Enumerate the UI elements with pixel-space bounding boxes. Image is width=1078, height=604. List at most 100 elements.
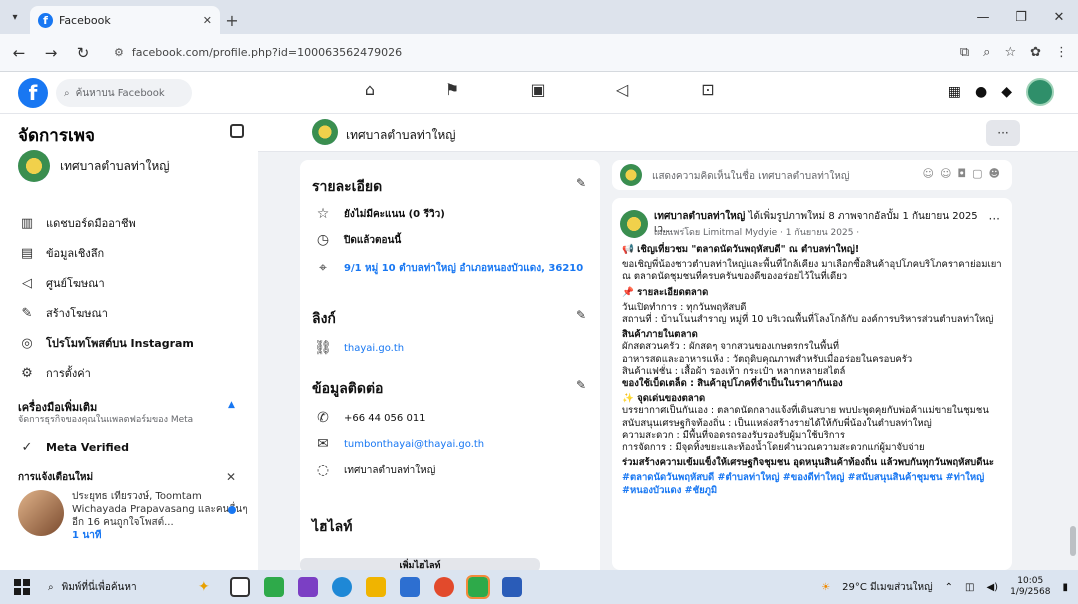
home-icon[interactable]: ⌂ [358, 80, 382, 99]
website-row[interactable]: ⛓ thayai.go.th [314, 340, 404, 356]
facebook-search-input[interactable]: ⌕ ค้นหาบน Facebook [56, 79, 192, 107]
install-app-icon[interactable]: ⧉ [960, 45, 969, 60]
edge-icon[interactable] [331, 577, 352, 597]
word-icon[interactable] [501, 577, 522, 597]
store-icon[interactable] [399, 577, 420, 597]
close-icon[interactable]: ✕ [226, 470, 236, 484]
notification-text: ประยุทธ เทียรวงษ์, Toomtam Wichayada Pra… [72, 491, 248, 528]
chevron-up-icon[interactable]: ⌃ [945, 582, 953, 593]
gaming-icon[interactable]: ⊡ [696, 80, 720, 99]
messenger-row[interactable]: ◌ เทศบาลตำบลท่าใหญ่ [314, 462, 435, 478]
notification-item[interactable]: ประยุทธ เทียรวงษ์, Toomtam Wichayada Pra… [18, 490, 248, 542]
email-link[interactable]: tumbonthayai@thayai.go.th [344, 439, 484, 450]
email-row[interactable]: ✉ tumbonthayai@thayai.go.th [314, 436, 484, 452]
post-author[interactable]: เทศบาลตำบลท่าใหญ่ [654, 211, 745, 222]
gif-icon[interactable]: ▢ [972, 167, 982, 180]
header-right-actions: ▦ ● ◆ [948, 78, 1054, 106]
forward-icon[interactable]: → [42, 44, 60, 62]
back-icon[interactable]: ← [10, 44, 28, 62]
close-window-icon[interactable]: ✕ [1040, 0, 1078, 34]
sidebar-title: จัดการเพจ [18, 126, 95, 146]
sidebar-collapse-icon[interactable] [230, 124, 244, 138]
post-hashtags[interactable]: #ตลาดนัดวันพฤหัสบดี #ตำบลท่าใหญ่ #ของดีท… [622, 472, 1004, 496]
details-title: รายละเอียด [312, 179, 383, 195]
sticker-icon[interactable]: ☺ [922, 167, 933, 180]
reload-icon[interactable]: ↻ [74, 44, 92, 62]
post-line: การจัดการ : มีจุดทิ้งขยะและท้องน้ำโดยคำน… [622, 442, 925, 454]
chrome-icon[interactable] [433, 577, 454, 597]
address-row[interactable]: ⌖ 9/1 หมู่ 10 ตำบลท่าใหญ่ อำเภอหนองบัวแด… [314, 260, 583, 276]
site-info-icon[interactable]: ⚙ [114, 46, 124, 59]
post-line: ขอเชิญพี่น้องชาวตำบลท่าใหญ่และพื้นที่ใกล… [622, 259, 1002, 283]
insights-icon: ▤ [20, 245, 34, 261]
line-app-icon[interactable] [263, 577, 284, 597]
website-link[interactable]: thayai.go.th [344, 343, 404, 354]
task-view-icon[interactable] [229, 577, 250, 597]
watch-icon[interactable]: ▣ [526, 80, 550, 99]
clock[interactable]: 10:05 1/9/2568 [1010, 576, 1050, 598]
edit-pencil-icon[interactable]: ✎ [576, 378, 586, 392]
sidebar-item-dashboard[interactable]: ▥ แดชบอร์ดมืออาชีพ [18, 214, 136, 232]
more-tools-subtitle: จัดการธุรกิจของคุณในแพลตฟอร์มของ Meta [18, 415, 194, 425]
stickers-icon[interactable]: ☻ [989, 167, 1000, 180]
emoji-icon[interactable]: ☺ [940, 167, 951, 180]
address-bar[interactable]: ⚙ facebook.com/profile.php?id=1000635624… [106, 39, 946, 67]
address-link[interactable]: 9/1 หมู่ 10 ตำบลท่าใหญ่ อำเภอหนองบัวแดง,… [344, 261, 583, 276]
windows-start-icon[interactable] [14, 579, 30, 595]
chevron-up-icon[interactable]: ▲ [228, 400, 235, 410]
page-header-name[interactable]: เทศบาลตำบลท่าใหญ่ [346, 126, 455, 145]
volume-icon[interactable]: ◀) [986, 582, 998, 593]
line-active-icon[interactable] [465, 575, 490, 599]
sparkle-icon[interactable]: ✦ [198, 579, 210, 595]
edit-pencil-icon[interactable]: ✎ [576, 176, 586, 190]
teams-icon[interactable] [297, 577, 318, 597]
menu-grid-icon[interactable]: ▦ [948, 84, 961, 100]
account-avatar[interactable] [1026, 78, 1054, 106]
weather-text[interactable]: 29°C มีเมฆส่วนใหญ่ [842, 580, 932, 595]
post-more-icon[interactable]: ··· [989, 212, 1000, 226]
menu-icon[interactable]: ⋮ [1055, 45, 1068, 60]
notifications-bell-icon[interactable]: ◆ [1001, 84, 1012, 100]
instagram-icon: ◎ [21, 335, 33, 351]
contact-title: ข้อมูลติดต่อ [312, 381, 384, 397]
page-logo-icon[interactable] [620, 210, 648, 238]
notification-center-icon[interactable]: ▮ [1062, 582, 1068, 593]
bookmark-star-icon[interactable]: ☆ [1004, 45, 1016, 60]
sidebar-item-insights[interactable]: ▤ ข้อมูลเชิงลึก [18, 244, 104, 262]
details-card: รายละเอียด ✎ ☆ ยังไม่มีคะแนน (0 รีวิว) ◷… [300, 160, 600, 580]
maximize-icon[interactable]: ❐ [1002, 0, 1040, 34]
post-line: ของใช้เบ็ดเตล็ด : สินค้าอุปโภคที่จำเป็นใ… [622, 378, 843, 390]
more-options-button[interactable]: ··· [986, 120, 1020, 146]
scrollbar[interactable] [1070, 526, 1076, 556]
page-logo-icon[interactable] [312, 119, 338, 145]
file-explorer-icon[interactable] [365, 577, 386, 597]
taskbar-apps [229, 575, 522, 599]
camera-icon[interactable]: ◘ [957, 167, 966, 180]
messenger-text[interactable]: เทศบาลตำบลท่าใหญ่ [344, 463, 435, 478]
sidebar-item-create-ad[interactable]: ✎ สร้างโฆษณา [18, 304, 108, 322]
window-controls: — ❐ ✕ [964, 0, 1078, 34]
post-line: สินค้าภายในตลาด [622, 329, 698, 341]
network-icon[interactable]: ◫ [965, 582, 974, 593]
sidebar-page-link[interactable]: เทศบาลตำบลท่าใหญ่ [18, 150, 169, 182]
flag-icon[interactable]: ⚑ [440, 80, 464, 99]
sidebar-item-ad-center[interactable]: ◁ ศูนย์โฆษณา [18, 274, 105, 292]
facebook-logo-icon[interactable]: f [18, 78, 48, 108]
messenger-icon[interactable]: ● [975, 84, 987, 100]
taskbar-search-input[interactable]: ⌕ พิมพ์ที่นี่เพื่อค้นหา [48, 574, 198, 600]
megaphone-icon[interactable]: ◁ [610, 80, 634, 99]
browser-tab[interactable]: f Facebook ✕ [30, 6, 220, 34]
minimize-icon[interactable]: — [964, 0, 1002, 34]
post-line: วันเปิดทำการ : ทุกวันพฤหัสบดี [622, 301, 747, 313]
edit-pencil-icon[interactable]: ✎ [576, 308, 586, 322]
sidebar-item-instagram[interactable]: ◎ โปรโมทโพสต์บน Instagram [18, 334, 194, 352]
tab-close-icon[interactable]: ✕ [203, 14, 212, 27]
sidebar-item-settings[interactable]: ⚙ การตั้งค่า [18, 364, 91, 382]
extensions-icon[interactable]: ✿ [1030, 45, 1041, 60]
comment-composer[interactable]: แสดงความคิดเห็นในชื่อ เทศบาลตำบลท่าใหญ่ … [612, 160, 1012, 190]
new-tab-button[interactable]: + [220, 6, 244, 34]
zoom-icon[interactable]: ⌕ [983, 45, 990, 60]
meta-verified-link[interactable]: ✓ Meta Verified [18, 440, 129, 455]
tab-search-dropdown-icon[interactable]: ▾ [0, 0, 30, 34]
highlights-title: ไฮไลท์ [312, 519, 353, 535]
